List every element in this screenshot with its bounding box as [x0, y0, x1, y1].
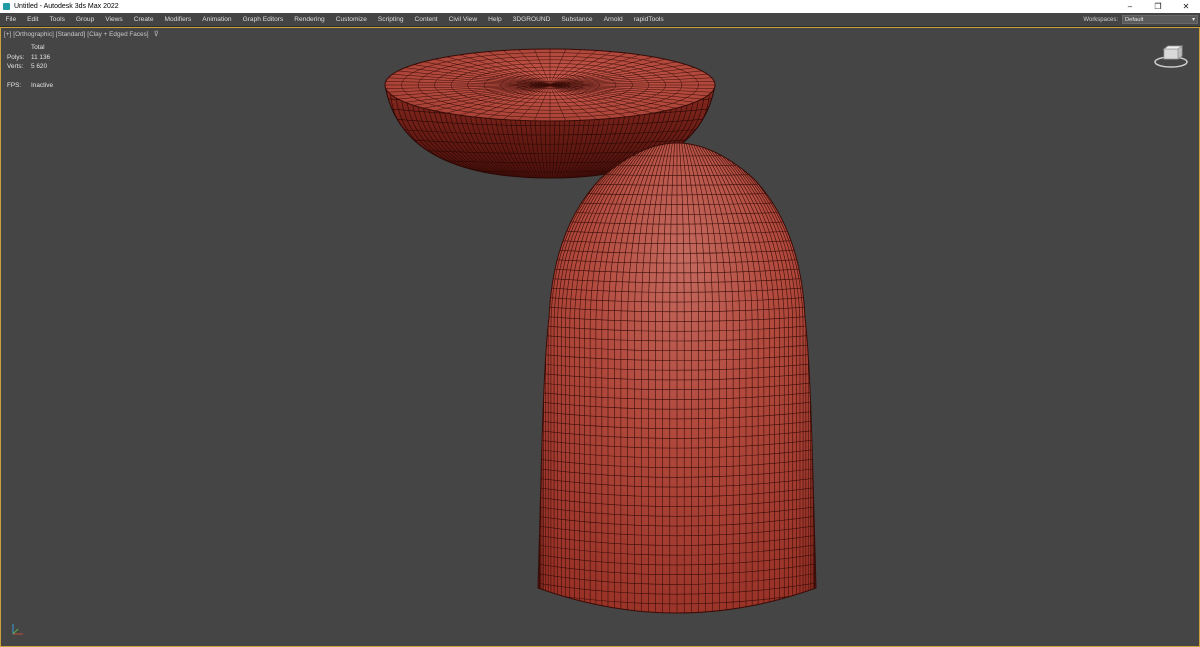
workspaces-dropdown[interactable]: Default ▾	[1122, 15, 1198, 24]
filter-icon[interactable]: ⊽	[154, 30, 159, 38]
app-logo-icon	[3, 3, 10, 10]
workspaces-value: Default	[1125, 16, 1144, 23]
menu-rendering[interactable]: Rendering	[289, 16, 330, 23]
menu-modifiers[interactable]: Modifiers	[159, 16, 197, 23]
close-button[interactable]: ✕	[1172, 0, 1200, 13]
menu-content[interactable]: Content	[409, 16, 443, 23]
minimize-button[interactable]: –	[1116, 0, 1144, 13]
viewport-label[interactable]: [+] [Orthographic] [Standard] [Clay + Ed…	[4, 30, 159, 39]
menu-help[interactable]: Help	[483, 16, 508, 23]
title-bar: Untitled - Autodesk 3ds Max 2022 – ❐ ✕	[0, 0, 1200, 13]
stats-fps-label: FPS:	[7, 81, 22, 89]
dropdown-arrow-icon: ▾	[1192, 16, 1195, 23]
menu-create[interactable]: Create	[128, 16, 159, 23]
stats-fps-value: Inactive	[31, 81, 54, 89]
perspective-viewport[interactable]: [+] [Orthographic] [Standard] [Clay + Ed…	[0, 27, 1200, 647]
menu-bar: File Edit Tools Group Views Create Modif…	[0, 13, 1200, 27]
stats-total-header: Total	[31, 44, 45, 51]
menu-group[interactable]: Group	[70, 16, 99, 23]
viewport-menu-plus[interactable]: [+]	[4, 31, 11, 38]
viewport-scene	[384, 48, 831, 634]
menu-graph-editors[interactable]: Graph Editors	[237, 16, 289, 23]
menu-3dground[interactable]: 3DGROUND	[507, 16, 556, 23]
workspaces-label: Workspaces:	[1083, 16, 1118, 23]
stats-polys-value: 11 136	[31, 53, 51, 61]
statistics-overlay: Total Polys: 11 136 Verts: 5 620 FPS: Inact…	[7, 43, 53, 90]
viewport-shading-mode[interactable]: [Clay + Edged Faces]	[87, 31, 148, 38]
workspaces-group: Workspaces: Default ▾	[1083, 13, 1200, 26]
menu-views[interactable]: Views	[100, 16, 128, 23]
viewport-view-type[interactable]: [Orthographic]	[13, 31, 54, 38]
stats-verts-value: 5 620	[31, 63, 47, 70]
viewcube-icon[interactable]	[1153, 44, 1189, 70]
stats-polys-label: Polys:	[7, 53, 25, 61]
stats-verts-label: Verts:	[7, 63, 24, 70]
viewport-shading-standard[interactable]: [Standard]	[56, 31, 86, 38]
restore-button[interactable]: ❐	[1144, 0, 1172, 13]
axis-tripod-icon	[12, 624, 23, 635]
menu-edit[interactable]: Edit	[22, 16, 44, 23]
window-title: Untitled - Autodesk 3ds Max 2022	[14, 3, 119, 10]
menu-tools[interactable]: Tools	[44, 16, 70, 23]
menu-substance[interactable]: Substance	[556, 16, 598, 23]
menu-animation[interactable]: Animation	[197, 16, 237, 23]
wire-line	[521, 619, 831, 634]
menu-rapidtools[interactable]: rapidTools	[628, 16, 669, 23]
menu-scripting[interactable]: Scripting	[372, 16, 409, 23]
menu-file[interactable]: File	[0, 16, 22, 23]
menu-civil-view[interactable]: Civil View	[443, 16, 482, 23]
menu-arnold[interactable]: Arnold	[598, 16, 628, 23]
window-controls: – ❐ ✕	[1116, 0, 1200, 13]
menu-customize[interactable]: Customize	[330, 16, 372, 23]
